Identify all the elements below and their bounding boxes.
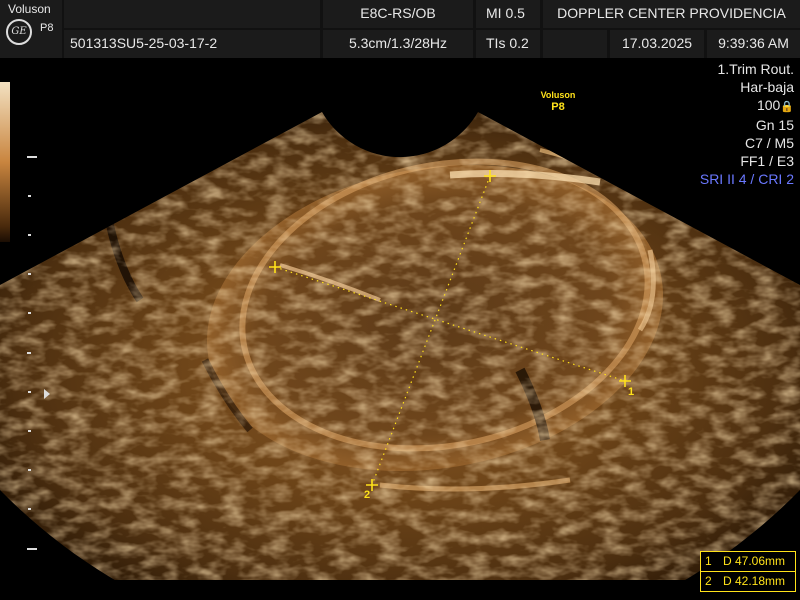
focus-marker-icon[interactable] <box>44 389 50 399</box>
depth-tick <box>28 391 31 393</box>
power-value: 100🔒 <box>756 97 794 113</box>
depth-tick <box>27 352 31 354</box>
depth-tick <box>28 508 31 510</box>
cm-value: C7 / M5 <box>744 135 794 151</box>
harmonic-mode: Har-baja <box>740 79 794 95</box>
ff-value: FF1 / E3 <box>740 153 794 169</box>
measurement-result-2[interactable]: 2 D 42.18mm <box>700 571 796 592</box>
probe-label: Voluson P8 <box>530 89 586 113</box>
scan-sector <box>0 112 800 580</box>
depth-tick <box>28 273 31 275</box>
depth-tick <box>28 195 31 197</box>
caliper-1-label: 1 <box>628 386 635 398</box>
measurement-result-1[interactable]: 1 D 47.06mm <box>700 551 796 572</box>
lock-icon: 🔒 <box>780 101 794 113</box>
measurement-index: 2 <box>705 574 712 588</box>
depth-tick <box>27 156 37 158</box>
depth-tick <box>27 548 37 550</box>
probe-label-brand: Voluson <box>540 90 576 100</box>
depth-tick <box>28 469 31 471</box>
imaging-parameters: 1.Trim Rout. Har-baja 100🔒 Gn 15 C7 / M5… <box>700 60 794 188</box>
measurement-value: D 42.18mm <box>723 574 786 588</box>
ultrasound-image[interactable] <box>0 0 800 600</box>
sri-value: SRI II 4 / CRI 2 <box>699 171 794 187</box>
color-map-scale <box>0 82 10 242</box>
measurement-index: 1 <box>705 554 712 568</box>
depth-tick <box>28 430 31 432</box>
probe-label-model: P8 <box>551 101 565 113</box>
depth-tick <box>28 312 31 314</box>
depth-tick <box>28 234 31 236</box>
gain-value: Gn 15 <box>755 117 794 133</box>
measurement-value: D 47.06mm <box>723 554 786 568</box>
caliper-2-label: 2 <box>364 489 371 501</box>
preset-label: 1.Trim Rout. <box>717 61 795 77</box>
